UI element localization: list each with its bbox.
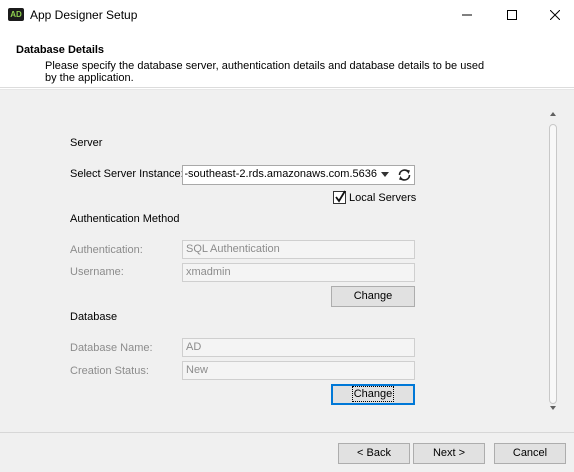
server-section-title: Server	[70, 137, 103, 149]
scroll-thumb[interactable]	[549, 124, 557, 404]
creation-status-label: Creation Status:	[70, 365, 149, 377]
authentication-field: SQL Authentication	[182, 240, 415, 259]
change-authentication-button[interactable]: Change	[331, 286, 415, 307]
username-field: xmadmin	[182, 263, 415, 282]
scroll-up-arrow-icon[interactable]	[550, 112, 556, 116]
maximize-icon	[507, 10, 517, 20]
checkmark-icon	[335, 190, 346, 203]
vertical-scrollbar[interactable]	[545, 107, 562, 415]
change-database-label: Change	[351, 386, 395, 402]
page-description: Please specify the database server, auth…	[45, 60, 485, 84]
footer-divider	[0, 432, 574, 433]
scroll-down-arrow-icon[interactable]	[550, 406, 556, 410]
database-section-title: Database	[70, 311, 118, 323]
local-servers-option[interactable]: Local Servers	[333, 190, 417, 204]
local-servers-label: Local Servers	[349, 191, 417, 204]
refresh-button[interactable]	[396, 167, 413, 183]
dropdown-arrow-icon[interactable]	[381, 172, 389, 177]
server-instance-combobox[interactable]: 5636.ap-southeast-2.rds.amazonaws.com	[182, 165, 415, 185]
username-label: Username:	[70, 266, 124, 278]
back-button[interactable]: < Back	[338, 443, 410, 464]
authentication-label: Authentication:	[70, 244, 143, 256]
close-icon	[550, 10, 560, 20]
change-database-button[interactable]: Change	[331, 384, 415, 405]
minimize-button[interactable]	[444, 0, 490, 30]
cancel-button[interactable]: Cancel	[494, 443, 566, 464]
next-button[interactable]: Next >	[413, 443, 485, 464]
database-name-label: Database Name:	[70, 342, 153, 354]
wizard-header: Database Details Please specify the data…	[0, 30, 574, 88]
database-name-field: AD	[182, 338, 415, 357]
server-instance-value: 5636.ap-southeast-2.rds.amazonaws.com	[185, 168, 377, 180]
maximize-button[interactable]	[489, 0, 535, 30]
close-button[interactable]	[532, 0, 574, 30]
change-authentication-label: Change	[353, 290, 393, 302]
refresh-icon	[398, 169, 411, 181]
app-designer-icon: AD	[8, 8, 24, 21]
window-title: App Designer Setup	[30, 8, 138, 22]
server-instance-label: Select Server Instance:	[70, 168, 184, 180]
local-servers-checkbox[interactable]	[333, 190, 346, 204]
title-bar: AD App Designer Setup	[0, 0, 574, 30]
page-title: Database Details	[16, 44, 105, 56]
minimize-icon	[462, 14, 472, 16]
auth-section-title: Authentication Method	[70, 213, 180, 225]
creation-status-field: New	[182, 361, 415, 380]
wizard-footer	[0, 422, 574, 472]
